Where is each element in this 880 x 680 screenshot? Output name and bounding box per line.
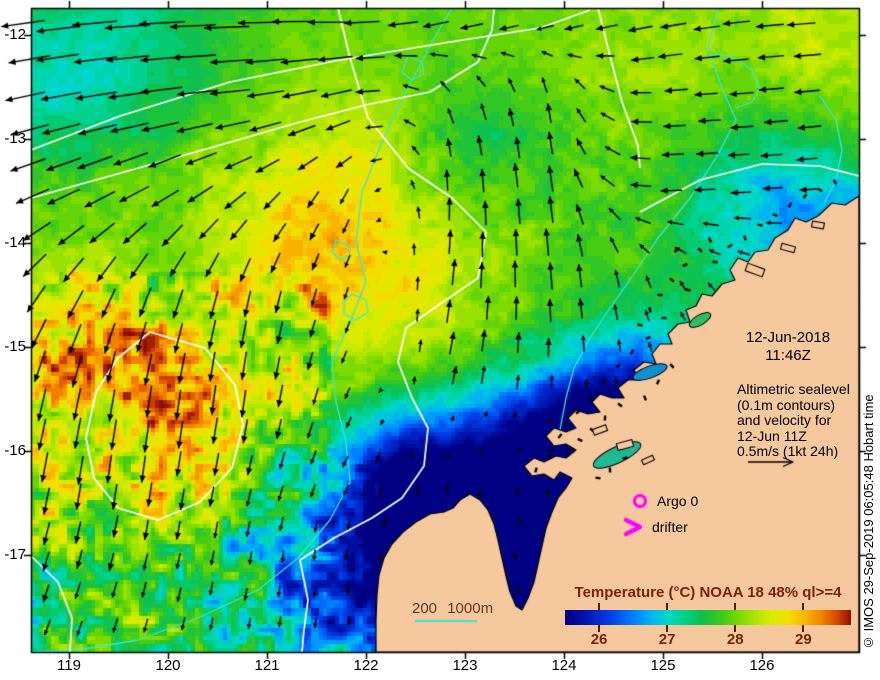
colorbar-tick-label: 28 <box>726 631 744 648</box>
colorbar-tick <box>598 603 601 610</box>
x-tick-label: 122 <box>353 657 379 674</box>
altimetric-note-line: 12-Jun 11Z <box>737 427 807 444</box>
altimetric-note-line: and velocity for <box>737 412 832 428</box>
timestamp-annotation: 12-Jun-2018 11:46Z <box>733 329 843 365</box>
colorbar-tick-label: 27 <box>658 631 676 648</box>
x-tick-label: 119 <box>57 657 81 674</box>
colorbar-tick <box>802 603 805 610</box>
copyright-text: © IMOS 29-Sep-2019 06:05:48 Hobart time <box>861 394 876 650</box>
colorbar-tick-label: 26 <box>590 631 608 648</box>
y-tick-label: -16 <box>4 441 26 459</box>
y-tick-label: -14 <box>4 234 26 251</box>
drifter-label: drifter <box>652 519 688 535</box>
y-tick-label: -15 <box>4 338 26 355</box>
x-tick-label: 126 <box>749 657 775 674</box>
temperature-colorbar <box>565 610 851 625</box>
colorbar-tick <box>734 603 737 610</box>
colorbar-title: Temperature (°C) NOAA 18 48% ql>=4 <box>574 584 842 601</box>
x-tick-label: 120 <box>155 657 181 674</box>
y-tick-label: -17 <box>4 545 26 563</box>
altimetric-note: Altimetric sealevel (0.1m contours) and ve… <box>737 381 867 460</box>
y-tick-label: -13 <box>4 130 26 148</box>
altimetric-note-line: Altimetric sealevel <box>737 381 850 397</box>
argo-float-label: Argo 0 <box>657 493 699 509</box>
bathymetry-legend-label: 200 1000m <box>412 600 494 617</box>
y-tick-label: -12 <box>4 26 26 44</box>
altimetric-note-line: (0.1m contours) <box>737 396 836 413</box>
x-tick-label: 124 <box>551 657 577 674</box>
x-tick-label: 123 <box>452 657 478 674</box>
x-tick-label: 121 <box>254 657 280 674</box>
map-time: 11:46Z <box>765 347 811 364</box>
map-date: 12-Jun-2018 <box>745 329 831 346</box>
sst-map-figure: { "figure": { "date_line1": "12-Jun-2018… <box>0 0 880 680</box>
altimetric-note-line: 0.5m/s (1kt 24h) <box>737 443 839 459</box>
x-tick-label: 125 <box>650 657 676 674</box>
colorbar-tick-label: 29 <box>794 631 812 648</box>
colorbar-tick <box>666 603 669 610</box>
